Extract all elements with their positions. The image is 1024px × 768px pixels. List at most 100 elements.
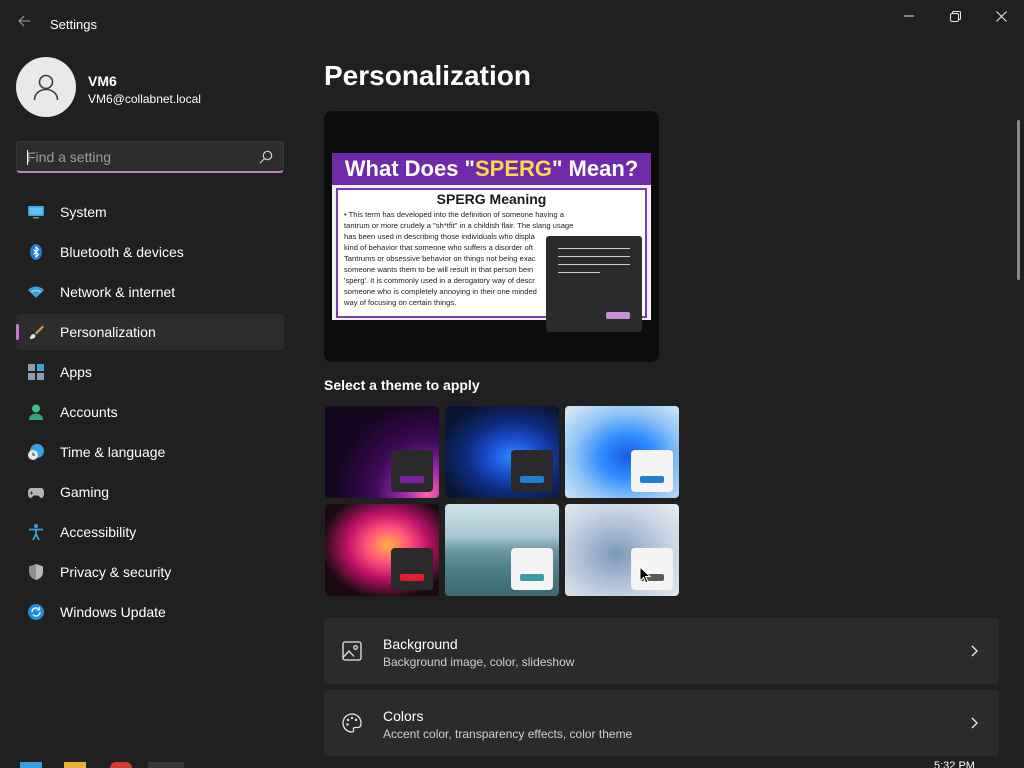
user-email: VM6@collabnet.local: [88, 92, 201, 106]
theme-mini-window: [631, 548, 673, 590]
card-title: Colors: [383, 708, 424, 724]
preview-line: [558, 272, 600, 273]
background-setting-card[interactable]: Background Background image, color, slid…: [324, 618, 999, 684]
theme-mini-window: [511, 450, 553, 492]
sidebar-item-windows-update[interactable]: Windows Update: [16, 594, 284, 630]
monitor-icon: [28, 206, 44, 219]
sidebar-item-label: Windows Update: [60, 604, 166, 620]
start-icon[interactable]: [20, 762, 42, 768]
theme-grid: [325, 406, 680, 596]
preview-line: [558, 256, 630, 257]
clock-globe-icon: [28, 444, 44, 460]
minimize-button[interactable]: [886, 0, 932, 32]
headline-highlight: SPERG: [474, 156, 553, 181]
headline-prefix: What Does ": [344, 156, 475, 181]
theme-preview: What Does " SPERG " Mean? SPERG Meaning • …: [324, 111, 659, 362]
picture-icon: [342, 641, 362, 661]
theme-accent-bar: [400, 476, 424, 483]
sidebar-item-time-language[interactable]: Time & language: [16, 434, 284, 470]
theme-bloom-dark[interactable]: [445, 406, 559, 498]
sidebar-item-apps[interactable]: Apps: [16, 354, 284, 390]
palette-icon: [342, 713, 362, 733]
shield-icon: [29, 564, 43, 580]
sidebar-item-network[interactable]: Network & internet: [16, 274, 284, 310]
back-button[interactable]: [12, 12, 36, 36]
page-title: Personalization: [324, 60, 531, 91]
theme-mini-window: [631, 450, 673, 492]
sidebar-item-personalization[interactable]: Personalization: [16, 314, 284, 350]
bluetooth-icon: [30, 244, 42, 260]
theme-glow[interactable]: [325, 406, 439, 498]
mouse-cursor-icon: [639, 566, 651, 584]
theme-accent-bar: [400, 574, 424, 581]
restore-icon: [949, 10, 961, 22]
card-title: Background: [383, 636, 458, 652]
sidebar-item-label: System: [60, 204, 107, 220]
wallpaper-line: • This term has developed into the defin…: [344, 210, 564, 219]
theme-accent-bar: [520, 574, 544, 581]
preview-line: [558, 248, 630, 249]
avatar: [16, 57, 76, 117]
wallpaper-line: tantrum or more crudely a "sh*tfit" in a…: [344, 221, 574, 230]
colors-setting-card[interactable]: Colors Accent color, transparency effect…: [324, 690, 999, 756]
title-bar: Settings: [0, 0, 1024, 48]
sidebar-item-label: Gaming: [60, 484, 110, 500]
sidebar-item-label: Bluetooth & devices: [60, 244, 184, 260]
theme-flow[interactable]: [565, 504, 679, 596]
theme-accent-bar: [520, 476, 544, 483]
sidebar-item-label: Network & internet: [60, 284, 176, 300]
chevron-right-icon: [971, 717, 978, 729]
theme-bloom-light[interactable]: [565, 406, 679, 498]
restore-button[interactable]: [932, 0, 978, 32]
sidebar-item-privacy-security[interactable]: Privacy & security: [16, 554, 284, 590]
wifi-icon: [28, 286, 44, 298]
minimize-icon: [904, 15, 914, 17]
sidebar-item-label: Personalization: [60, 324, 156, 340]
sidebar-item-accounts[interactable]: Accounts: [16, 394, 284, 430]
sidebar-item-label: Time & language: [60, 444, 166, 460]
sidebar-item-label: Accounts: [60, 404, 118, 420]
sidebar-item-label: Accessibility: [60, 524, 137, 540]
theme-mini-window: [511, 548, 553, 590]
sidebar-nav: System Bluetooth & devices Network & int…: [16, 194, 284, 634]
sidebar-item-label: Apps: [60, 364, 92, 380]
person-icon: [29, 404, 43, 420]
settings-taskbar-icon[interactable]: [148, 762, 184, 768]
close-icon: [995, 10, 1007, 22]
scrollbar[interactable]: [1017, 120, 1020, 280]
accessibility-icon: [29, 524, 43, 540]
headline-suffix: " Mean?: [552, 156, 639, 181]
theme-sunrise[interactable]: [445, 504, 559, 596]
apps-icon: [28, 364, 44, 380]
update-icon: [28, 604, 44, 620]
taskbar-clock: 5:32 PM: [934, 760, 975, 768]
preview-accent-button: [606, 312, 630, 319]
search-input[interactable]: [27, 142, 247, 172]
theme-accent-bar: [640, 476, 664, 483]
user-profile[interactable]: VM6 VM6@collabnet.local: [16, 57, 296, 117]
browser-icon[interactable]: [110, 762, 132, 768]
sidebar-item-accessibility[interactable]: Accessibility: [16, 514, 284, 550]
user-name: VM6: [88, 73, 117, 89]
search-icon[interactable]: [259, 150, 273, 164]
theme-captured-motion[interactable]: [325, 504, 439, 596]
sidebar-item-label: Privacy & security: [60, 564, 172, 580]
sidebar-item-system[interactable]: System: [16, 194, 284, 230]
close-button[interactable]: [978, 0, 1024, 32]
card-subtitle: Background image, color, slideshow: [383, 655, 575, 669]
theme-mini-window: [391, 548, 433, 590]
preview-window: [546, 236, 642, 332]
brush-icon: [30, 325, 44, 339]
wallpaper-headline: What Does " SPERG " Mean?: [332, 153, 651, 185]
sidebar-item-gaming[interactable]: Gaming: [16, 474, 284, 510]
preview-line: [558, 264, 630, 265]
sidebar-item-bluetooth[interactable]: Bluetooth & devices: [16, 234, 284, 270]
arrow-left-icon: [18, 15, 30, 27]
theme-mini-window: [391, 450, 433, 492]
chevron-right-icon: [971, 645, 978, 657]
app-title: Settings: [50, 17, 97, 32]
themes-heading: Select a theme to apply: [324, 377, 480, 393]
person-icon: [33, 74, 59, 101]
search-box[interactable]: [16, 141, 284, 173]
file-explorer-icon[interactable]: [64, 762, 86, 768]
